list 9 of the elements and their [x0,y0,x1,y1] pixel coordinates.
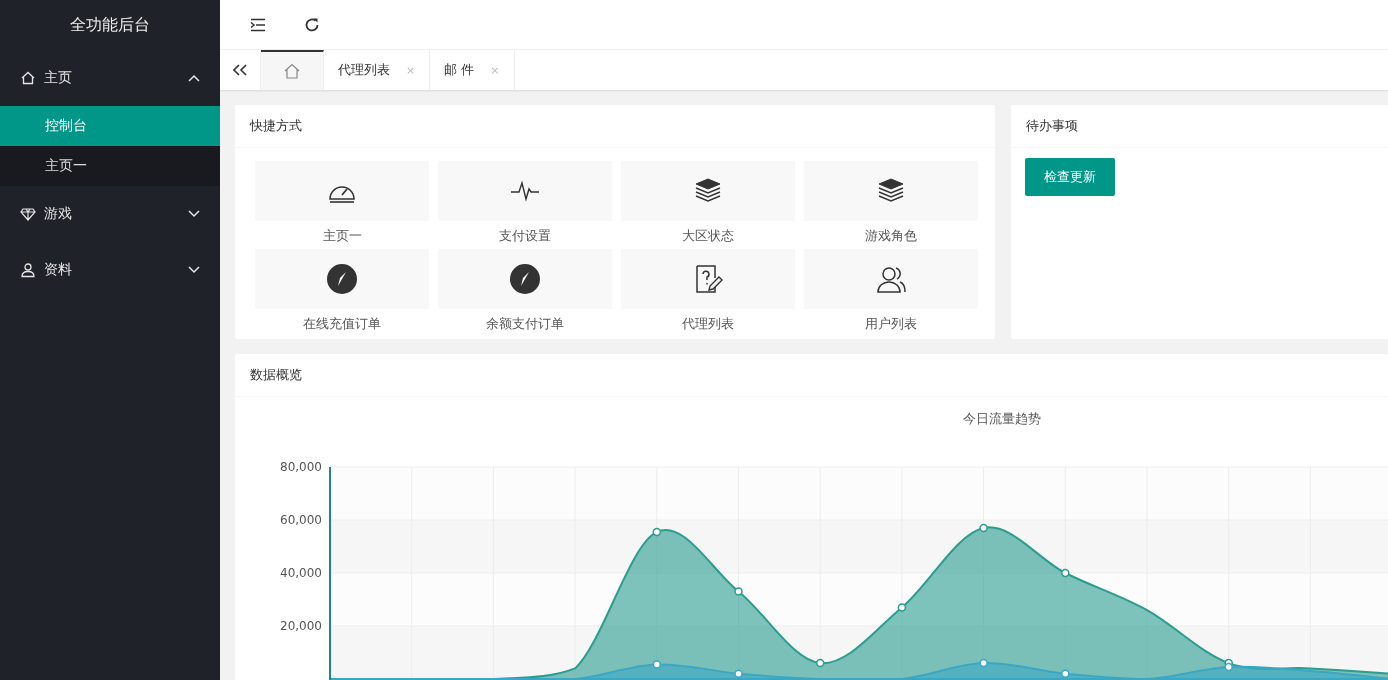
app-title: 全功能后台 [69,13,151,36]
y-tick-label: 40,000 [280,566,322,580]
y-tick-label: 20,000 [280,619,322,633]
chart-title: 今日流量趋势 [963,411,1041,426]
y-tick-label: 60,000 [280,513,322,527]
card-title: 快捷方式 [235,105,995,148]
card-title: 待办事项 [1011,105,1388,148]
card-title: 数据概览 [235,354,1388,397]
y-tick-label: 80,000 [280,460,322,474]
